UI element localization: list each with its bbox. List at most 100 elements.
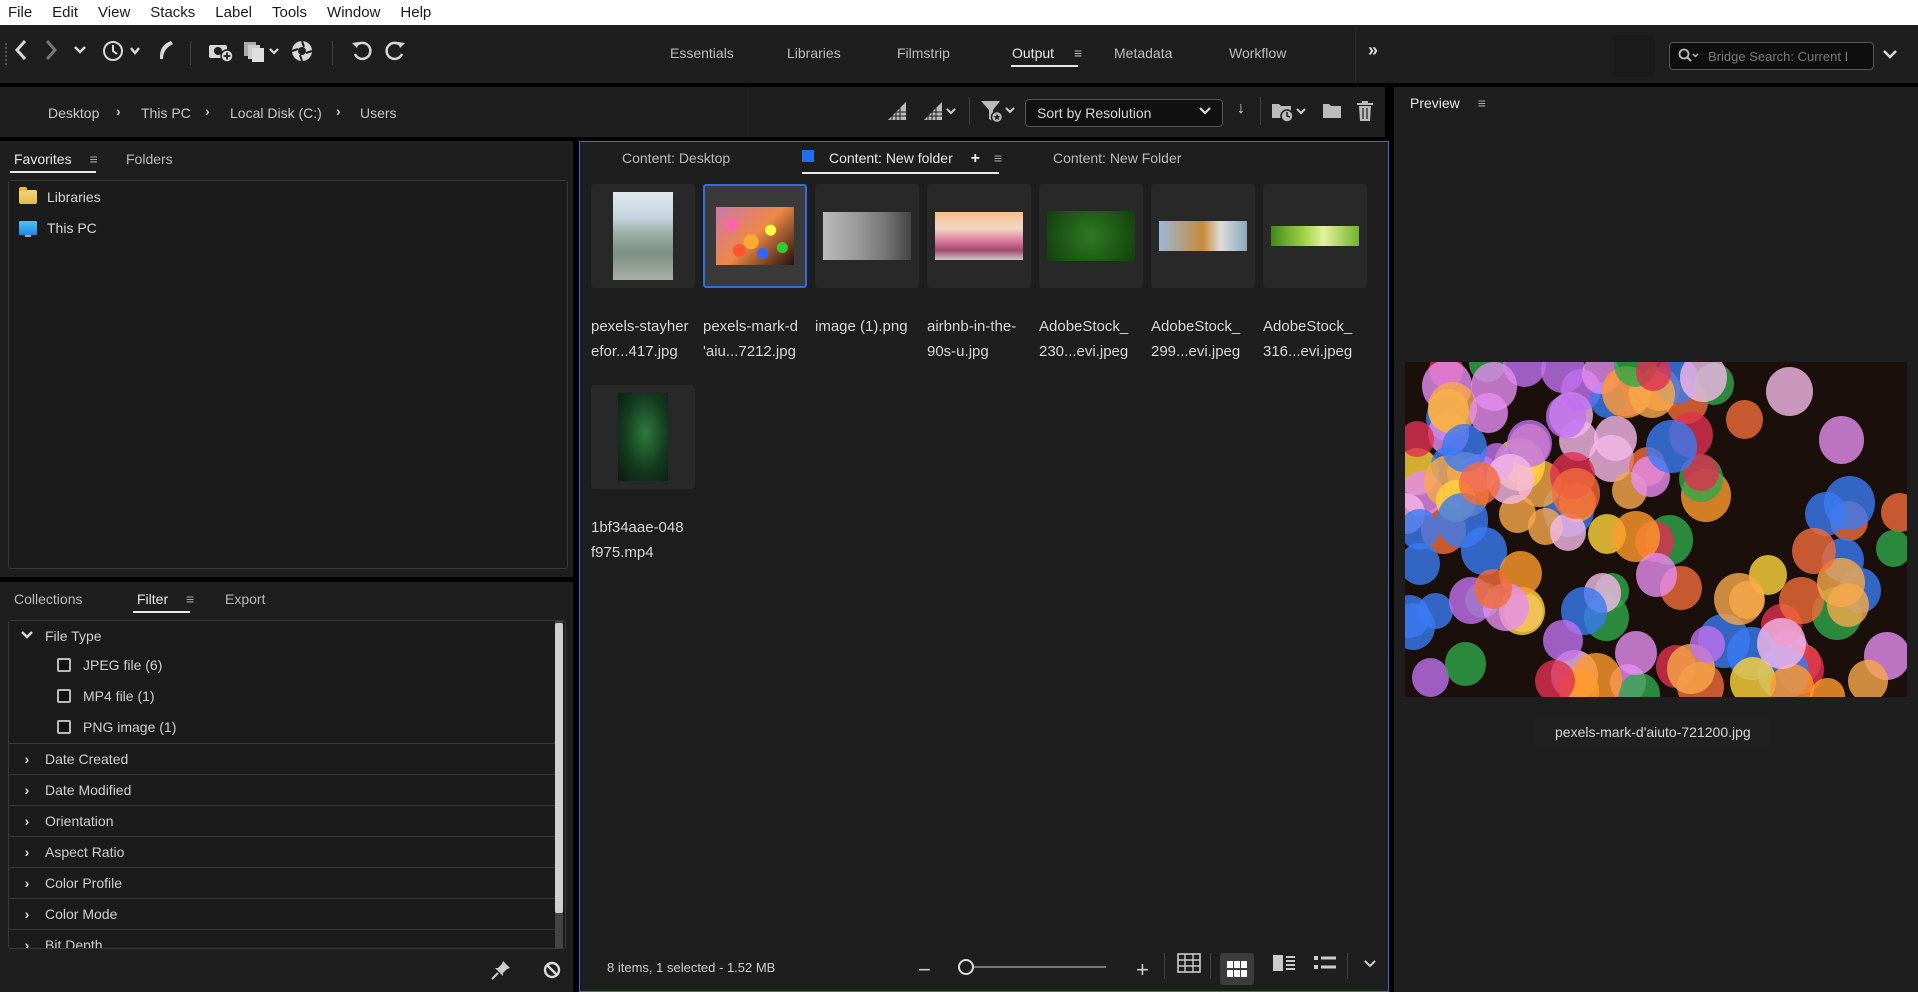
checkbox[interactable] <box>57 689 71 703</box>
thumbnail-item[interactable]: image (1).png <box>815 184 919 339</box>
thumbnail-item[interactable]: airbnb-in-the- 90s-u.jpg <box>927 184 1031 364</box>
menu-label[interactable]: Label <box>215 4 252 21</box>
favorite-item-this-pc[interactable]: This PC <box>19 216 97 240</box>
tab-filter[interactable]: Filter ≡ <box>133 591 194 613</box>
thumbnail-item[interactable]: AdobeStock_ 316...evi.jpeg <box>1263 184 1367 364</box>
thumbnail-frame[interactable] <box>591 184 695 288</box>
filter-section-color-profile[interactable]: › Color Profile <box>9 868 557 899</box>
new-folder-icon[interactable] <box>1322 102 1342 125</box>
checkbox[interactable] <box>57 658 71 672</box>
breadcrumb-chevron-icon[interactable]: › <box>116 103 121 119</box>
menu-stacks[interactable]: Stacks <box>150 4 195 21</box>
menu-window[interactable]: Window <box>327 4 380 21</box>
copy-to-dropdown-icon[interactable] <box>242 39 282 63</box>
filter-section-aspect-ratio[interactable]: › Aspect Ratio <box>9 837 557 868</box>
workspace-tab-filmstrip[interactable]: Filmstrip <box>897 45 950 61</box>
breadcrumb-this-pc[interactable]: This PC <box>141 105 191 121</box>
thumbnail-item[interactable]: pexels-mark-d 'aiu...7212.jpg <box>703 184 807 364</box>
breadcrumb-users[interactable]: Users <box>360 105 397 121</box>
tab-content-new-folder-2[interactable]: Content: New Folder <box>1053 150 1181 166</box>
panel-menu-icon[interactable]: ≡ <box>89 151 97 167</box>
scrollbar-thumb[interactable] <box>555 623 563 913</box>
thumbnail-item[interactable]: AdobeStock_ 299...evi.jpeg <box>1151 184 1255 364</box>
favorite-item-libraries[interactable]: Libraries <box>19 185 101 209</box>
workspace-tab-essentials[interactable]: Essentials <box>670 45 734 61</box>
panel-menu-icon[interactable]: ≡ <box>186 591 194 607</box>
rotate-right-icon[interactable] <box>383 39 407 63</box>
lock-thumbnail-grid-icon[interactable] <box>1177 953 1201 978</box>
workspace-tab-workflow[interactable]: Workflow <box>1229 45 1286 61</box>
tab-preview[interactable]: Preview ≡ <box>1410 95 1486 111</box>
filter-section-date-modified[interactable]: › Date Modified <box>9 775 557 806</box>
search-options-chevron-icon[interactable] <box>1882 47 1898 66</box>
chevron-down-icon[interactable] <box>73 39 87 61</box>
filter-section-bit-depth[interactable]: › Bit Depth <box>9 930 557 948</box>
view-as-details-icon[interactable] <box>1273 955 1295 976</box>
thumbnail-frame[interactable] <box>1151 184 1255 288</box>
workspace-tab-libraries[interactable]: Libraries <box>787 45 841 61</box>
camera-raw-icon[interactable] <box>290 39 314 63</box>
thumbnail-item[interactable]: pexels-stayher efor...417.jpg <box>591 184 695 364</box>
tab-collections[interactable]: Collections <box>14 591 82 607</box>
view-options-chevron-icon[interactable] <box>1363 957 1377 975</box>
sort-direction-icon[interactable]: ↓ <box>1237 100 1245 118</box>
thumbnail-frame-selected[interactable] <box>703 184 807 288</box>
filter-option-png[interactable]: PNG image (1) <box>57 715 176 739</box>
panel-menu-icon[interactable]: ≡ <box>1478 95 1486 111</box>
boomerang-icon[interactable] <box>155 39 175 63</box>
menu-tools[interactable]: Tools <box>272 4 307 21</box>
bridge-search-field[interactable]: Bridge Search: Current I <box>1669 42 1874 70</box>
thumbnail-frame[interactable] <box>927 184 1031 288</box>
preview-image[interactable] <box>1405 362 1907 697</box>
recent-folders-icon[interactable] <box>101 39 143 63</box>
thumbnail-frame[interactable] <box>1263 184 1367 288</box>
filter-section-orientation[interactable]: › Orientation <box>9 806 557 837</box>
breadcrumb-desktop[interactable]: Desktop <box>48 105 99 121</box>
thumbnail-item[interactable]: AdobeStock_ 230...evi.jpeg <box>1039 184 1143 364</box>
view-as-thumbnails-button[interactable] <box>1220 953 1254 985</box>
thumbnail-item[interactable]: 1bf34aae-048 f975.mp4 <box>591 385 695 565</box>
quality-icon[interactable] <box>886 100 908 127</box>
thumbnail-quality-dropdown-icon[interactable] <box>922 100 960 127</box>
delete-trash-icon[interactable] <box>1356 100 1374 127</box>
open-recent-file-icon[interactable] <box>1271 100 1311 129</box>
filter-section-file-type[interactable]: File Type <box>9 621 557 651</box>
breadcrumb-local-disk[interactable]: Local Disk (C:) <box>230 105 322 121</box>
thumbnail-size-slider-handle[interactable] <box>958 959 974 975</box>
tab-export[interactable]: Export <box>225 591 265 607</box>
thumbnail-size-slider-track[interactable] <box>974 966 1106 968</box>
filter-section-color-mode[interactable]: › Color Mode <box>9 899 557 930</box>
filter-section-date-created[interactable]: › Date Created <box>9 744 557 775</box>
clear-filter-icon[interactable] <box>542 960 562 985</box>
camera-import-icon[interactable] <box>208 39 234 63</box>
checkbox[interactable] <box>57 720 71 734</box>
menu-view[interactable]: View <box>98 4 130 21</box>
pin-filter-icon[interactable] <box>491 960 511 985</box>
zoom-in-icon[interactable]: + <box>1136 957 1149 983</box>
filter-option-mp4[interactable]: MP4 file (1) <box>57 684 155 708</box>
menu-file[interactable]: File <box>8 4 32 21</box>
thumbnail-frame[interactable] <box>815 184 919 288</box>
zoom-out-icon[interactable]: − <box>918 957 931 983</box>
back-icon[interactable] <box>14 39 28 61</box>
panel-menu-icon[interactable]: ≡ <box>994 150 1002 166</box>
menu-help[interactable]: Help <box>400 4 431 21</box>
tab-favorites[interactable]: Favorites ≡ <box>10 151 98 173</box>
workspace-menu-icon[interactable]: ≡ <box>1074 45 1082 61</box>
rotate-left-icon[interactable] <box>350 39 374 63</box>
more-workspaces-icon[interactable]: » <box>1368 40 1378 61</box>
add-tab-icon[interactable]: + <box>971 150 980 167</box>
thumbnail-frame[interactable] <box>591 385 695 489</box>
breadcrumb-chevron-icon[interactable]: › <box>205 103 210 119</box>
sort-dropdown[interactable]: Sort by Resolution <box>1025 99 1223 127</box>
filter-items-by-rating-icon[interactable] <box>980 99 1020 130</box>
filter-option-jpeg[interactable]: JPEG file (6) <box>57 653 162 677</box>
view-as-list-icon[interactable] <box>1314 955 1336 976</box>
tab-content-new-folder[interactable]: Content: New folder + ≡ <box>802 150 1002 174</box>
thumbnail-frame[interactable] <box>1039 184 1143 288</box>
menu-edit[interactable]: Edit <box>52 4 78 21</box>
breadcrumb-chevron-icon[interactable]: › <box>336 103 341 119</box>
forward-icon[interactable] <box>44 39 58 61</box>
tab-content-desktop[interactable]: Content: Desktop <box>622 150 730 166</box>
workspace-tab-output[interactable]: Output <box>1010 45 1079 67</box>
